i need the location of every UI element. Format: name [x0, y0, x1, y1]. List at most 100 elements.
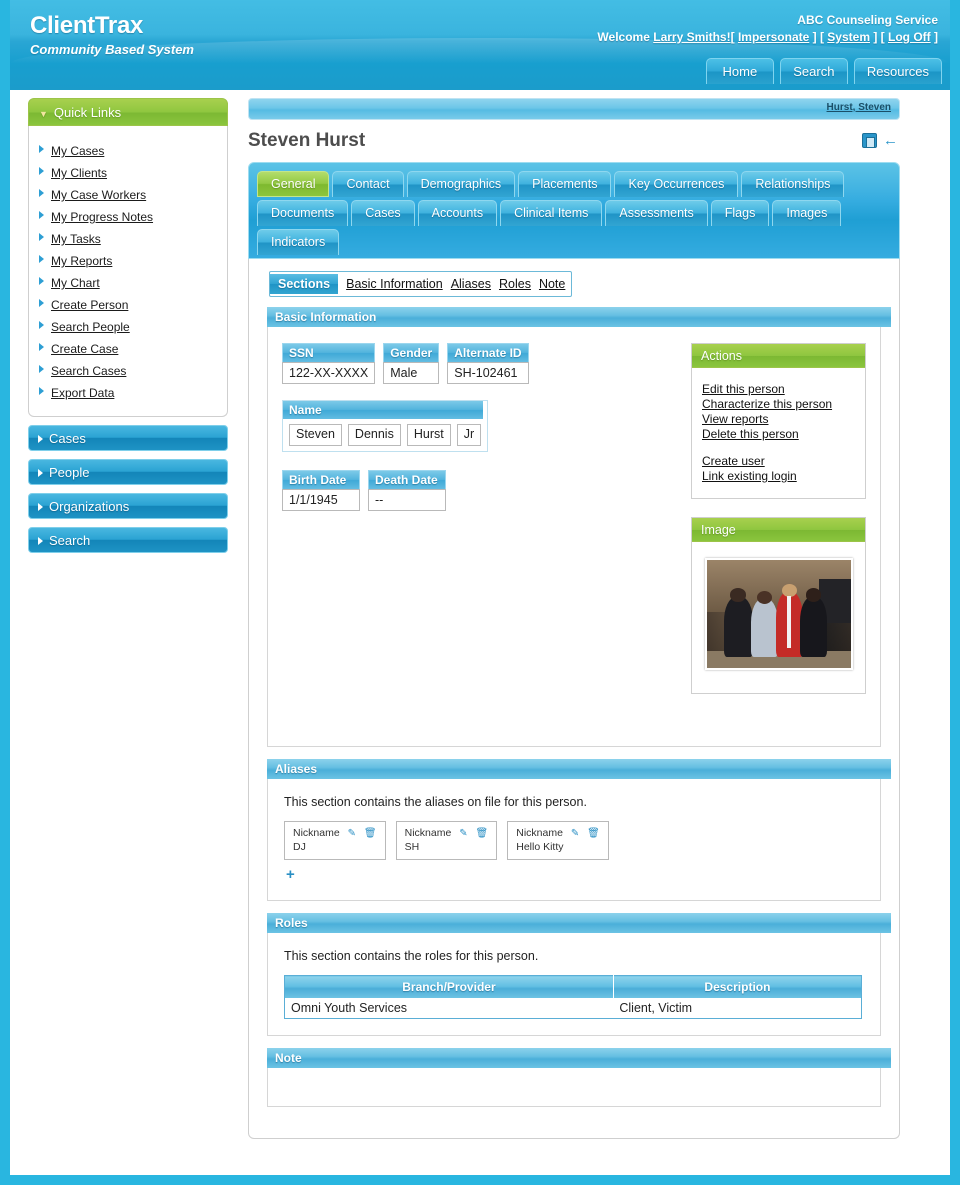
quick-link-my-clients[interactable]: My Clients — [51, 166, 107, 180]
gender-value: Male — [383, 362, 440, 384]
delete-icon[interactable]: 🗑 — [476, 828, 489, 839]
system-link[interactable]: System — [827, 30, 870, 44]
sidebar-item-label: Cases — [49, 431, 86, 446]
field-ssn: SSN 122-XX-XXXX — [282, 343, 376, 384]
tab-flags[interactable]: Flags — [710, 200, 770, 226]
quick-link-my-tasks[interactable]: My Tasks — [51, 232, 101, 246]
panel-image: Image — [691, 517, 866, 694]
action-view-reports[interactable]: View reports — [702, 412, 855, 427]
tab-contact[interactable]: Contact — [332, 171, 404, 197]
table-header-row: Branch/Provider Description — [284, 975, 862, 998]
basic-info-fields: SSN 122-XX-XXXX Gender Male Alternate ID… — [282, 343, 672, 527]
list-item[interactable]: My Progress Notes — [29, 206, 227, 228]
alias-type: Nickname — [404, 827, 452, 839]
name-label: Name — [283, 401, 483, 419]
list-item[interactable]: My Case Workers — [29, 184, 227, 206]
edit-icon[interactable]: ✎ — [459, 828, 467, 839]
alternate-id-label: Alternate ID — [447, 343, 529, 362]
tab-key-occurrences[interactable]: Key Occurrences — [614, 171, 739, 197]
nav-resources[interactable]: Resources — [853, 58, 942, 84]
copy-icon[interactable] — [862, 133, 877, 148]
quick-link-my-cases[interactable]: My Cases — [51, 144, 104, 158]
alias-header: Nickname ✎ 🗑 — [405, 827, 489, 839]
sidebar-item-organizations[interactable]: Organizations — [28, 493, 228, 519]
add-alias-button[interactable]: + — [286, 866, 295, 883]
action-delete-this-person[interactable]: Delete this person — [702, 427, 855, 442]
current-user-link[interactable]: Larry Smiths! — [653, 30, 730, 44]
ssn-value: 122-XX-XXXX — [282, 362, 376, 384]
quick-link-search-cases[interactable]: Search Cases — [51, 364, 126, 378]
roles-table-body: Omni Youth Services Client, Victim — [284, 998, 862, 1019]
list-item[interactable]: My Clients — [29, 162, 227, 184]
section-link-basic-information[interactable]: Basic Information — [346, 277, 443, 291]
quick-link-my-progress-notes[interactable]: My Progress Notes — [51, 210, 153, 224]
edit-icon[interactable]: ✎ — [571, 828, 579, 839]
list-item[interactable]: Export Data — [29, 382, 227, 404]
gender-label: Gender — [383, 343, 440, 362]
quick-link-export-data[interactable]: Export Data — [51, 386, 114, 400]
sidebar-item-cases[interactable]: Cases — [28, 425, 228, 451]
alias-card[interactable]: Nickname ✎ 🗑 DJ — [284, 821, 386, 860]
alias-card[interactable]: Nickname ✎ 🗑 Hello Kitty — [507, 821, 609, 860]
action-create-user[interactable]: Create user — [702, 454, 855, 469]
section-roles: Roles This section contains the roles fo… — [267, 913, 891, 1036]
breadcrumb-link-person[interactable]: Hurst, Steven — [827, 102, 891, 113]
action-characterize-this-person[interactable]: Characterize this person — [702, 397, 855, 412]
alias-value: SH — [404, 841, 420, 853]
quick-link-my-chart[interactable]: My Chart — [51, 276, 100, 290]
list-item[interactable]: Search Cases — [29, 360, 227, 382]
back-arrow-icon[interactable]: ← — [883, 133, 898, 148]
quick-links-header[interactable]: ▼ Quick Links — [28, 98, 228, 126]
tab-demographics[interactable]: Demographics — [406, 171, 516, 197]
list-item[interactable]: My Tasks — [29, 228, 227, 250]
list-item[interactable]: Create Case — [29, 338, 227, 360]
action-edit-this-person[interactable]: Edit this person — [702, 382, 855, 397]
section-link-roles[interactable]: Roles — [499, 277, 531, 291]
tab-row-3: Indicators — [257, 229, 891, 255]
tab-documents[interactable]: Documents — [257, 200, 349, 226]
sidebar-item-search[interactable]: Search — [28, 527, 228, 553]
nav-home[interactable]: Home — [705, 58, 774, 84]
photo-person-1 — [723, 588, 753, 658]
section-body: This section contains the aliases on fil… — [268, 779, 880, 900]
section-heading: Roles — [267, 913, 891, 933]
top-nav: Home Search Resources — [705, 58, 942, 84]
quick-link-my-reports[interactable]: My Reports — [51, 254, 112, 268]
tab-assessments[interactable]: Assessments — [605, 200, 708, 226]
organization-name: ABC Counseling Service — [797, 13, 938, 27]
alias-card[interactable]: Nickname ✎ 🗑 SH — [395, 821, 498, 860]
person-photo[interactable] — [704, 558, 853, 670]
tab-placements[interactable]: Placements — [518, 171, 612, 197]
list-item[interactable]: My Reports — [29, 250, 227, 272]
arrow-right-icon — [38, 435, 43, 443]
tab-clinical-items[interactable]: Clinical Items — [500, 200, 603, 226]
list-item[interactable]: Search People — [29, 316, 227, 338]
delete-icon[interactable]: 🗑 — [587, 828, 600, 839]
tab-cases[interactable]: Cases — [351, 200, 415, 226]
table-row[interactable]: Omni Youth Services Client, Victim — [284, 998, 862, 1019]
quick-link-create-person[interactable]: Create Person — [51, 298, 128, 312]
tab-accounts[interactable]: Accounts — [417, 200, 498, 226]
quick-link-create-case[interactable]: Create Case — [51, 342, 118, 356]
action-link-existing-login[interactable]: Link existing login — [702, 469, 855, 484]
quick-link-my-case-workers[interactable]: My Case Workers — [51, 188, 146, 202]
tab-general[interactable]: General — [257, 171, 330, 197]
list-item[interactable]: My Cases — [29, 140, 227, 162]
quick-link-search-people[interactable]: Search People — [51, 320, 130, 334]
edit-icon[interactable]: ✎ — [348, 828, 356, 839]
tab-relationships[interactable]: Relationships — [741, 171, 845, 197]
delete-icon[interactable]: 🗑 — [364, 828, 377, 839]
tab-indicators[interactable]: Indicators — [257, 229, 340, 255]
side-panels: Actions Edit this person Characterize th… — [691, 343, 866, 712]
section-link-aliases[interactable]: Aliases — [451, 277, 491, 291]
nav-search[interactable]: Search — [779, 58, 848, 84]
list-item[interactable]: My Chart — [29, 272, 227, 294]
logoff-link[interactable]: Log Off — [888, 30, 931, 44]
list-item[interactable]: Create Person — [29, 294, 227, 316]
sidebar-item-people[interactable]: People — [28, 459, 228, 485]
section-link-note[interactable]: Note — [539, 277, 565, 291]
impersonate-link[interactable]: Impersonate — [738, 30, 809, 44]
tab-row-1: General Contact Demographics Placements … — [257, 171, 891, 197]
tab-images[interactable]: Images — [772, 200, 842, 226]
main-content: Hurst, Steven Steven Hurst ← General Con… — [248, 98, 900, 1139]
